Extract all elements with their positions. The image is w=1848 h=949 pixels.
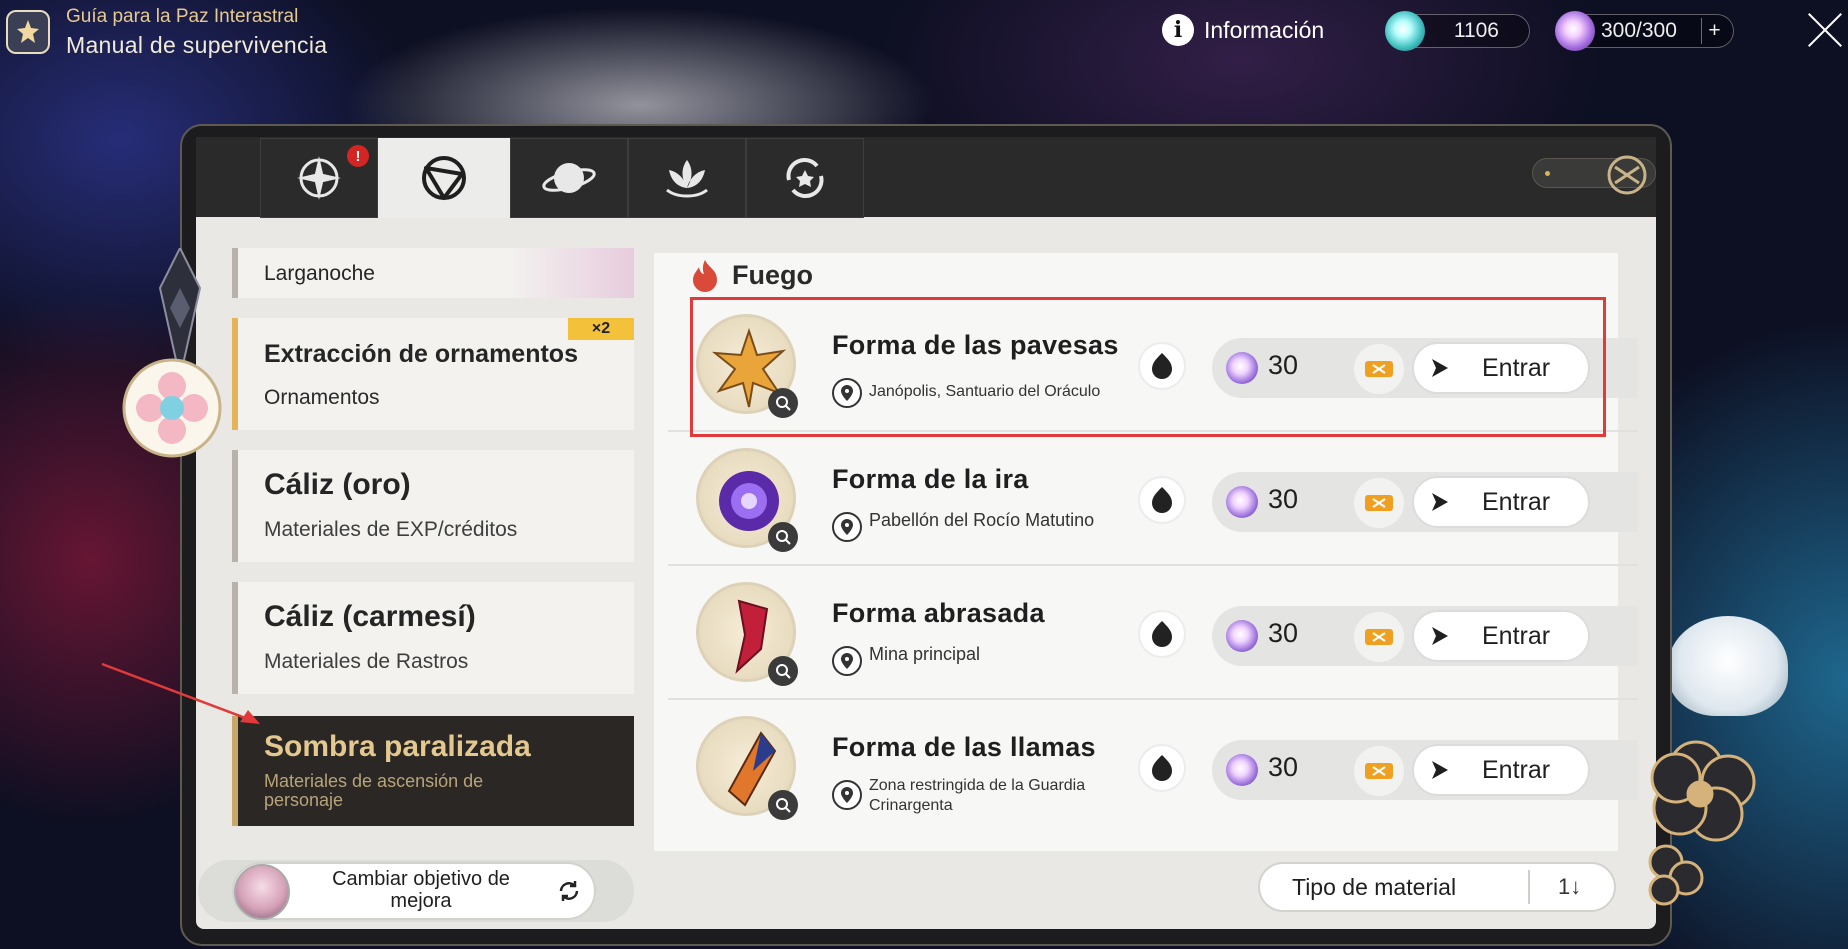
compass-star-icon (297, 156, 341, 200)
sidebar-item-stagnant-shadow[interactable]: Sombra paralizada Materiales de ascensió… (232, 716, 634, 826)
sidebar-item-calyx-gold[interactable]: Cáliz (oro) Materiales de EXP/créditos (232, 450, 634, 562)
sidebar-item-subtitle: Materiales de EXP/créditos (264, 518, 518, 541)
trailblaze-power-counter[interactable]: 300/300 + (1555, 11, 1734, 51)
sidebar-item-title: Cáliz (carmesí) (264, 600, 476, 633)
section-title: Fuego (732, 259, 813, 290)
stage-cost: 30 (1268, 484, 1299, 514)
sort-order-icon[interactable]: 1↓ (1558, 874, 1581, 900)
stage-location: Zona restringida de la Guardia Crinargen… (869, 777, 1086, 814)
stage-name: Forma abrasada (832, 598, 1045, 628)
ticket-icon[interactable] (1354, 746, 1404, 796)
view-toggle[interactable] (1532, 155, 1656, 195)
fire-weakness-icon (1138, 744, 1186, 792)
stage-cost: 30 (1268, 618, 1299, 648)
highlight-box (690, 297, 1606, 437)
trailblaze-power-icon (1226, 486, 1258, 518)
page-title: Manual de supervivencia (66, 32, 328, 58)
stage-row: Forma abrasada Mina principal 30 Entrar (668, 570, 1638, 700)
character-avatar (234, 864, 290, 920)
sort-label: Tipo de material (1292, 874, 1457, 900)
magnifier-icon[interactable] (768, 790, 798, 820)
tab-achievements[interactable] (746, 138, 864, 218)
refresh-icon[interactable] (556, 878, 582, 904)
location-pin-icon[interactable] (832, 646, 862, 676)
sidebar-item-larganoche[interactable]: Larganoche (232, 248, 634, 298)
double-reward-badge: ×2 (568, 318, 634, 340)
trailblaze-power-icon (1226, 754, 1258, 786)
sidebar-item-calyx-crimson[interactable]: Cáliz (carmesí) Materiales de Rastros (232, 582, 634, 694)
mascot-decoration (1668, 616, 1788, 716)
planet-icon (542, 163, 596, 193)
sidebar-item-ornaments[interactable]: Extracción de ornamentos Ornamentos ×2 (232, 318, 634, 430)
enter-label: Entrar (1482, 487, 1551, 516)
trailblaze-power-icon (1226, 620, 1258, 652)
flower-gem-icon (122, 358, 222, 458)
guide-book-icon (6, 10, 50, 54)
enter-label: Entrar (1482, 755, 1551, 784)
sidebar-item-title: Cáliz (oro) (264, 468, 411, 501)
enter-button[interactable]: Entrar (1412, 610, 1590, 662)
arrow-right-icon (1432, 761, 1448, 779)
fire-element-icon (693, 260, 717, 292)
fire-weakness-icon (1138, 610, 1186, 658)
target-icon (422, 156, 466, 200)
sidebar-item-title: Larganoche (264, 262, 375, 285)
magnifier-icon[interactable] (768, 522, 798, 552)
enter-button[interactable]: Entrar (1412, 744, 1590, 796)
stage-location: Mina principal (869, 644, 981, 664)
stage-row: Forma de la ira Pabellón del Rocío Matut… (668, 436, 1638, 566)
tab-lotus[interactable] (628, 138, 746, 218)
lotus-icon (666, 160, 708, 198)
emblem-icon (1607, 155, 1647, 195)
sidebar-item-subtitle: Materiales de ascensión de personaje (264, 771, 484, 810)
arrow-right-icon (1432, 493, 1448, 511)
header-subtitle: Guía para la Paz Interastral (66, 6, 299, 27)
enter-button[interactable]: Entrar (1412, 476, 1590, 528)
sidebar-item-subtitle: Ornamentos (264, 386, 380, 409)
tab-operation-briefing[interactable]: ! (260, 138, 378, 218)
refresh-star-icon (786, 158, 824, 198)
sidebar-item-title: Sombra paralizada (264, 730, 531, 763)
stellar-jade-value: 1106 (1453, 19, 1499, 42)
stage-cost: 30 (1268, 752, 1299, 782)
tab-daily-training[interactable] (378, 138, 510, 218)
stage-row: Forma de las llamas Zona restringida de … (668, 704, 1638, 834)
stage-name: Forma de las llamas (832, 732, 1096, 762)
upgrade-target-label: Cambiar objetivo de mejora (332, 868, 510, 912)
ticket-icon[interactable] (1354, 478, 1404, 528)
info-icon: i (1162, 14, 1194, 46)
enter-label: Entrar (1482, 621, 1551, 650)
stellar-jade-counter[interactable]: 1106 (1385, 11, 1530, 51)
section-header: Fuego (690, 258, 813, 292)
magnifier-icon[interactable] (768, 656, 798, 686)
trailblaze-power-icon (1555, 11, 1595, 51)
info-button[interactable]: i Información (1162, 14, 1324, 46)
arrow-right-icon (1432, 627, 1448, 645)
stage-name: Forma de la ira (832, 464, 1029, 494)
ticket-icon[interactable] (1354, 612, 1404, 662)
add-power-button[interactable]: + (1701, 18, 1727, 44)
sidebar-item-title: Extracción de ornamentos (264, 340, 578, 368)
location-pin-icon[interactable] (832, 512, 862, 542)
sort-divider (1528, 870, 1530, 904)
close-icon[interactable] (1804, 10, 1844, 50)
info-label: Información (1204, 16, 1325, 43)
character-portrait (510, 248, 634, 298)
tab-planet[interactable] (510, 138, 628, 218)
flower-decoration (1648, 740, 1756, 906)
annotation-arrow (101, 662, 260, 724)
alert-badge: ! (347, 145, 369, 167)
sidebar-item-subtitle: Materiales de Rastros (264, 650, 469, 673)
stellar-jade-icon (1385, 11, 1425, 51)
trailblaze-power-value: 300/300 (1601, 19, 1677, 42)
stage-location: Pabellón del Rocío Matutino (869, 510, 1095, 530)
fire-weakness-icon (1138, 476, 1186, 524)
location-pin-icon[interactable] (832, 780, 862, 810)
